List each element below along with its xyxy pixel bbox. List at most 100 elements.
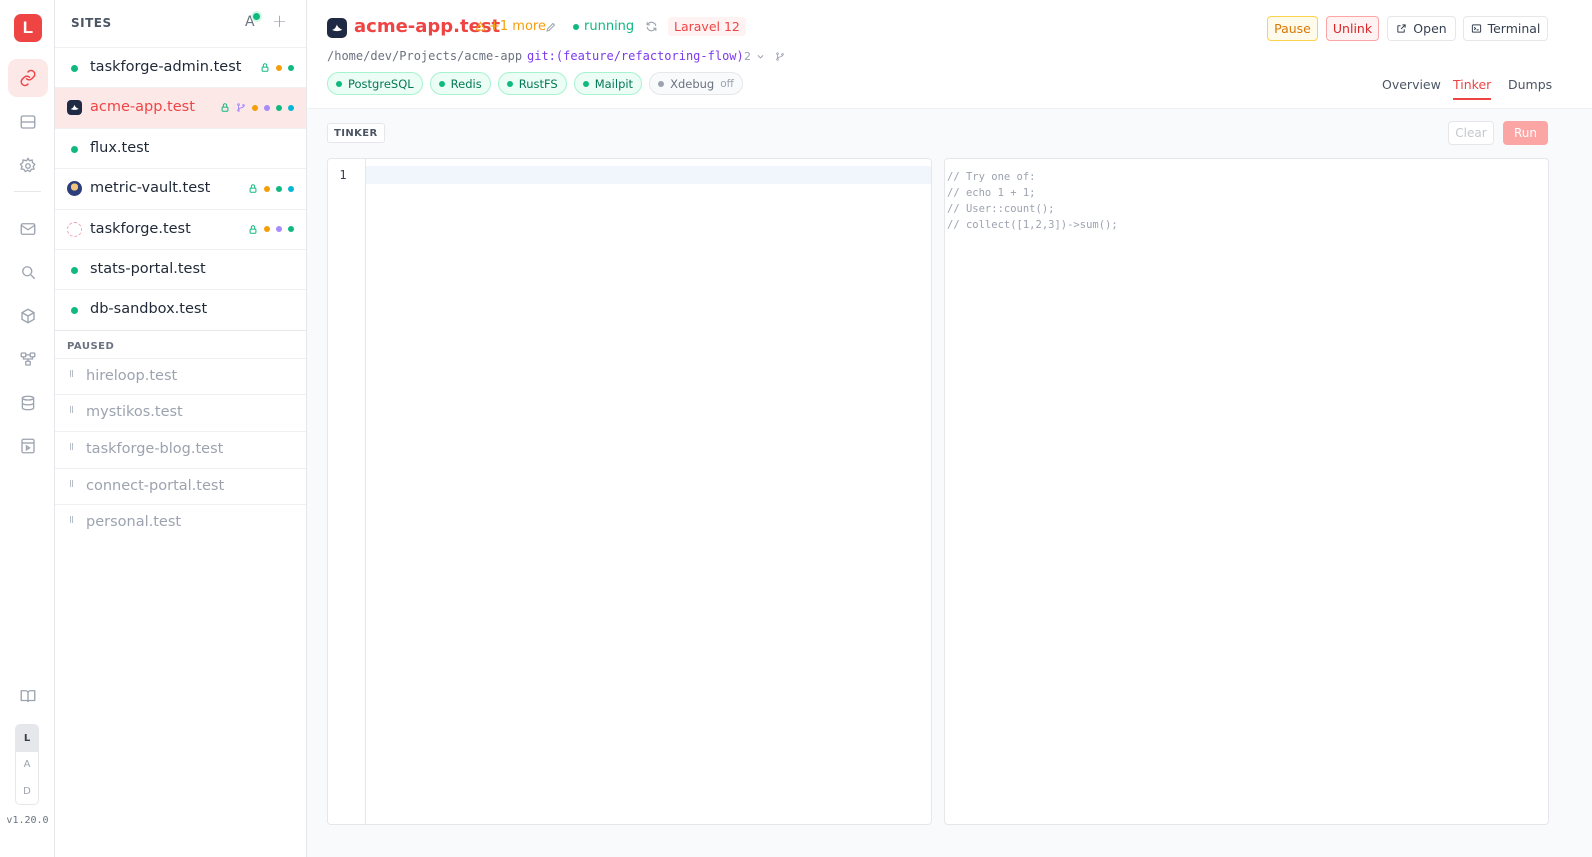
service-indicator-dot	[288, 64, 294, 71]
output-hint-line: // echo 1 + 1;	[947, 187, 1036, 199]
laravel-boat-icon	[331, 24, 343, 32]
service-indicator-dot	[288, 185, 294, 192]
service-status-dot	[336, 80, 342, 87]
site-item[interactable]: acme-app.test	[55, 87, 306, 128]
search-nav-button[interactable]	[8, 253, 48, 291]
service-indicator-dot	[264, 104, 270, 111]
theme-dark-option[interactable]: D	[16, 778, 38, 804]
ai-assistant-button[interactable]: A	[245, 13, 260, 30]
dumps-nav-button[interactable]	[8, 427, 48, 465]
site-item[interactable]: db-sandbox.test	[55, 289, 306, 329]
service-chip[interactable]: RustFS	[497, 72, 567, 95]
site-item[interactable]: flux.test	[55, 127, 306, 168]
site-badges	[248, 183, 294, 194]
site-item[interactable]: taskforge-admin.test	[55, 47, 306, 87]
line-number: 1	[339, 168, 347, 182]
service-name: Xdebug	[670, 76, 715, 91]
service-name: RustFS	[518, 76, 558, 91]
inspect-icon	[21, 438, 35, 454]
git-branch-icon[interactable]	[775, 51, 785, 62]
sites-nav-button[interactable]	[8, 59, 48, 97]
database-icon	[21, 395, 35, 411]
service-status-dot	[658, 80, 665, 87]
site-name: taskforge-admin.test	[90, 59, 242, 75]
paused-site-item[interactable]: II connect-portal.test	[55, 467, 306, 505]
service-chip[interactable]: Xdebug off	[649, 72, 743, 95]
docs-nav-button[interactable]	[8, 677, 48, 715]
editor-gutter: 1	[328, 159, 366, 824]
git-branch-icon	[237, 103, 245, 113]
pause-button[interactable]: Pause	[1267, 16, 1318, 41]
services-nav-button[interactable]	[8, 103, 48, 141]
commits-ahead-count: 2	[744, 50, 751, 63]
terminal-button[interactable]: Terminal	[1463, 16, 1548, 41]
service-indicator-dot	[264, 185, 270, 192]
code-input[interactable]	[366, 166, 931, 184]
site-item[interactable]: metric-vault.test	[55, 168, 306, 208]
packages-nav-button[interactable]	[8, 297, 48, 335]
pause-icon: II	[69, 405, 74, 417]
site-favicon	[327, 18, 347, 38]
service-indicator-dot	[276, 104, 282, 111]
add-site-button[interactable]: +	[272, 11, 287, 32]
output-hint-line: // Try one of:	[947, 171, 1036, 183]
service-chip[interactable]: PostgreSQL	[327, 72, 423, 95]
network-nav-button[interactable]	[8, 340, 48, 378]
service-chip[interactable]: Redis	[429, 72, 491, 95]
open-button[interactable]: Open	[1387, 16, 1456, 41]
site-badges	[220, 102, 294, 113]
service-name: Mailpit	[594, 76, 634, 91]
tab-dumps[interactable]: Dumps	[1508, 77, 1552, 92]
output-panel: // Try one of:// echo 1 + 1;// User::cou…	[944, 158, 1549, 825]
sites-heading: SITES	[71, 16, 112, 30]
tab-overview[interactable]: Overview	[1382, 77, 1441, 92]
more-domains-badge[interactable]: +1 more	[475, 19, 546, 34]
output-hint-line: // User::count();	[947, 203, 1055, 215]
run-button[interactable]: Run	[1503, 121, 1548, 145]
service-chip[interactable]: Mailpit	[573, 72, 643, 95]
pause-icon: II	[69, 368, 74, 380]
paused-site-item[interactable]: II personal.test	[55, 504, 306, 541]
app-logo[interactable]: L	[14, 14, 42, 42]
open-button-label: Open	[1413, 21, 1447, 36]
lock-icon	[221, 103, 229, 113]
service-name: PostgreSQL	[348, 76, 414, 91]
running-dot	[71, 307, 78, 315]
gear-icon	[19, 157, 36, 173]
refresh-icon[interactable]	[645, 20, 658, 33]
site-name: metric-vault.test	[90, 180, 211, 197]
site-badges	[248, 224, 294, 235]
paused-site-item[interactable]: II hireloop.test	[55, 357, 306, 395]
external-link-icon	[1397, 24, 1406, 33]
unlink-button[interactable]: Unlink	[1326, 16, 1379, 41]
site-name: mystikos.test	[86, 404, 183, 421]
service-indicator-dot	[276, 64, 282, 71]
lock-icon	[261, 63, 269, 72]
mail-icon	[20, 223, 36, 235]
project-path[interactable]: /home/dev/Projects/acme-app	[327, 49, 522, 63]
tab-tinker[interactable]: Tinker	[1453, 77, 1492, 100]
theme-auto-option[interactable]: A	[16, 752, 38, 779]
site-list: taskforge-admin.test acme-app.test flux.te…	[55, 47, 306, 541]
ai-status-dot	[252, 13, 260, 20]
site-item[interactable]: stats-portal.test	[55, 248, 306, 289]
sites-panel: SITES A + taskforge-admin.test acme-app.t…	[55, 0, 307, 857]
mail-nav-button[interactable]	[8, 210, 48, 248]
code-editor[interactable]: 1	[327, 158, 932, 825]
paused-site-item[interactable]: II taskforge-blog.test	[55, 430, 306, 468]
database-nav-button[interactable]	[8, 384, 48, 422]
laravel-boat-icon	[70, 105, 79, 111]
rail-divider	[14, 191, 41, 192]
service-name: Redis	[450, 76, 482, 91]
chevron-down-icon[interactable]	[756, 52, 765, 61]
edit-icon[interactable]	[545, 21, 557, 33]
clear-button[interactable]: Clear	[1448, 121, 1494, 145]
site-name: hireloop.test	[86, 367, 178, 384]
theme-light-option[interactable]: L	[16, 725, 38, 752]
paused-site-item[interactable]: II mystikos.test	[55, 394, 306, 431]
settings-nav-button[interactable]	[8, 147, 48, 185]
site-name: taskforge-blog.test	[86, 440, 224, 457]
git-branch-label[interactable]: git:(feature/refactoring-flow)	[527, 49, 744, 63]
site-item[interactable]: taskforge.test	[55, 208, 306, 249]
terminal-button-label: Terminal	[1487, 21, 1541, 36]
